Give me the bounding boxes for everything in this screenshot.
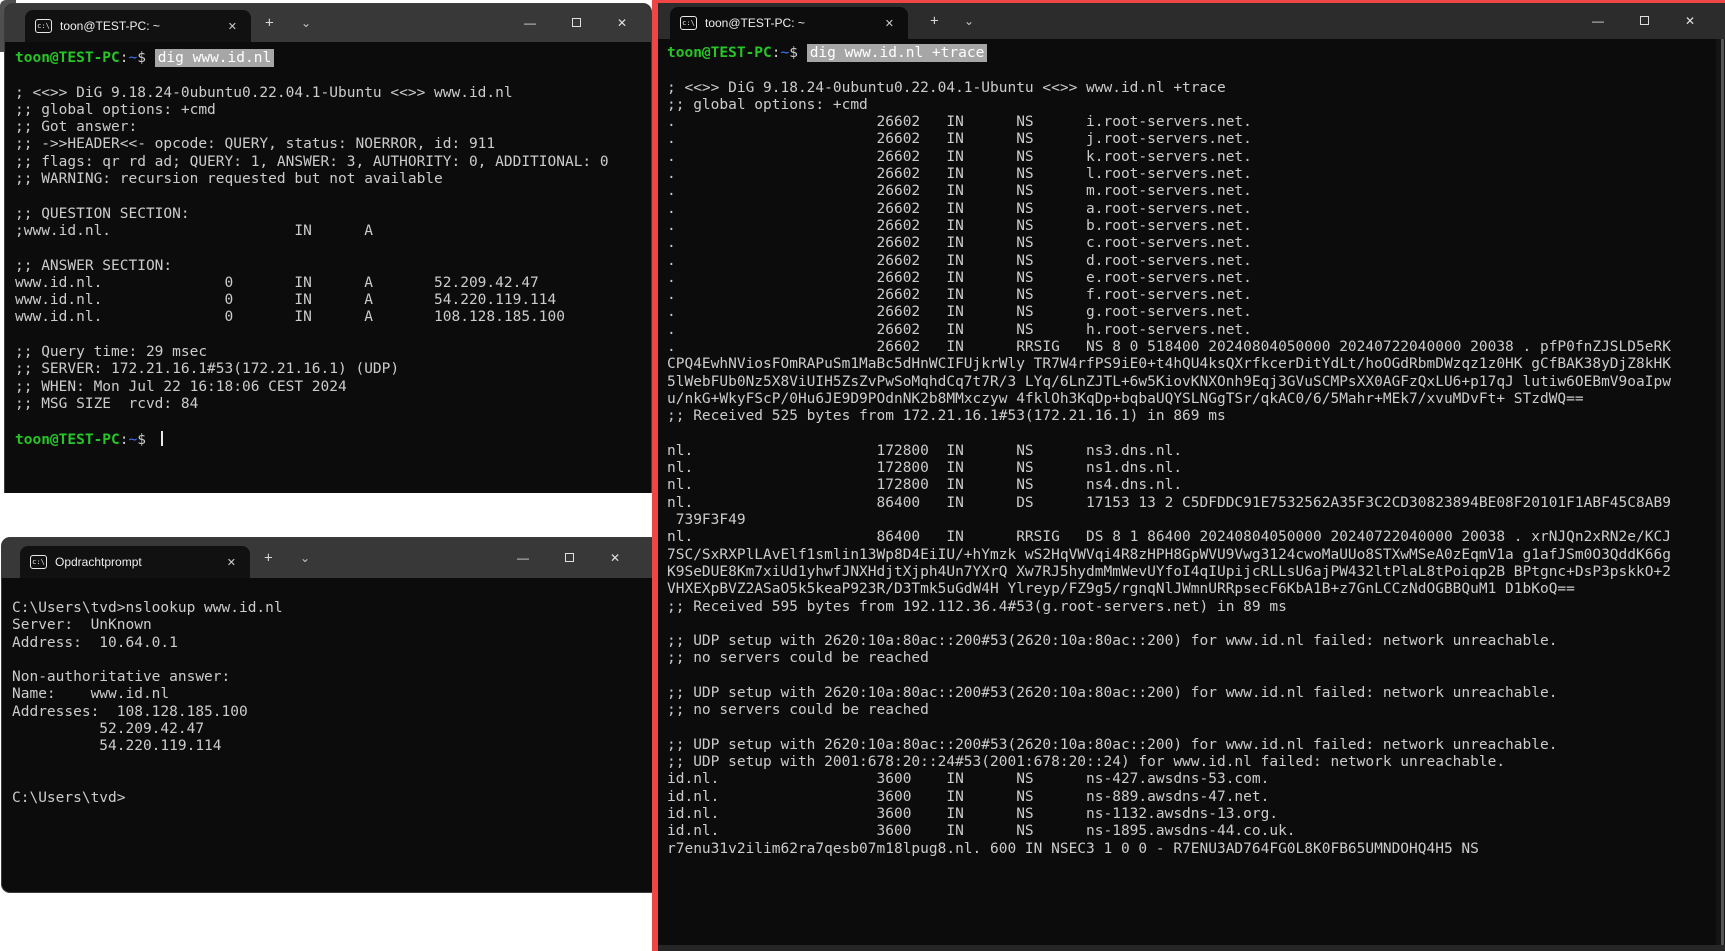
prompt-dollar: $ [137, 50, 155, 66]
cmd-icon: c:\ [30, 555, 47, 569]
selected-command: dig www.id.nl +trace [806, 44, 988, 62]
titlebar[interactable]: c:\ toon@TEST-PC: ~ ✕ + ⌄ — ✕ [5, 4, 651, 42]
tab-wsl-trace[interactable]: c:\ toon@TEST-PC: ~ ✕ [670, 7, 908, 39]
prompt-cwd: ~ [780, 45, 790, 61]
prompt-cwd: ~ [128, 50, 138, 66]
dig-trace-output-text: ; <<>> DiG 9.18.24-0ubuntu0.22.04.1-Ubun… [667, 79, 1671, 857]
close-button[interactable]: ✕ [599, 16, 645, 30]
maximize-button[interactable] [553, 16, 599, 30]
titlebar[interactable]: c:\ Opdrachtprompt ✕ + ⌄ — ✕ [2, 538, 652, 578]
close-button[interactable]: ✕ [1667, 14, 1713, 28]
prompt-user-host: toon@TEST-PC [15, 50, 120, 66]
tab-title: toon@TEST-PC: ~ [60, 19, 160, 33]
tab-dropdown-icon[interactable]: ⌄ [964, 14, 974, 28]
prompt-cwd: ~ [128, 431, 138, 448]
nslookup-output-text: C:\Users\tvd>nslookup www.id.nl Server: … [12, 600, 283, 807]
tab-close-icon[interactable]: ✕ [223, 556, 240, 569]
maximize-button[interactable] [1621, 14, 1667, 28]
selected-command: dig www.id.nl [154, 49, 275, 67]
new-tab-button[interactable]: + [264, 550, 273, 567]
scrollbar[interactable] [1716, 39, 1725, 945]
titlebar[interactable]: c:\ toon@TEST-PC: ~ ✕ + ⌄ — ✕ [658, 3, 1725, 39]
tab-close-icon[interactable]: ✕ [881, 17, 898, 30]
prompt-dollar: $ [789, 45, 807, 61]
terminal-output-nslookup[interactable]: C:\Users\tvd>nslookup www.id.nl Server: … [12, 600, 283, 808]
tab-wsl-dig[interactable]: c:\ toon@TEST-PC: ~ ✕ [25, 10, 251, 42]
tab-dropdown-icon[interactable]: ⌄ [301, 16, 311, 30]
terminal-window-nslookup: c:\ Opdrachtprompt ✕ + ⌄ — ✕ C:\Users\tv… [1, 537, 652, 893]
terminal-output-dig[interactable]: toon@TEST-PC:~$ dig www.id.nl ; <<>> DiG… [15, 49, 609, 449]
terminal-window-dig-trace: c:\ toon@TEST-PC: ~ ✕ + ⌄ — ✕ toon@TEST-… [652, 0, 1725, 951]
text-cursor [160, 430, 163, 446]
terminal-output-dig-trace[interactable]: toon@TEST-PC:~$ dig www.id.nl +trace ; <… [667, 44, 1671, 858]
cmd-icon: c:\ [680, 16, 697, 30]
tab-dropdown-icon[interactable]: ⌄ [300, 551, 310, 565]
new-tab-button[interactable]: + [265, 15, 274, 32]
tab-title: Opdrachtprompt [55, 555, 142, 569]
maximize-icon [564, 553, 574, 562]
dig-output-text: ; <<>> DiG 9.18.24-0ubuntu0.22.04.1-Ubun… [15, 84, 609, 412]
maximize-icon [571, 18, 581, 27]
prompt-user-host: toon@TEST-PC [15, 431, 120, 448]
prompt-colon: : [771, 45, 781, 61]
window-bottom-edge [658, 945, 1725, 951]
cmd-icon: c:\ [35, 19, 52, 33]
tab-opdrachtprompt[interactable]: c:\ Opdrachtprompt ✕ [20, 546, 250, 578]
minimize-button[interactable]: — [507, 16, 553, 30]
close-button[interactable]: ✕ [592, 551, 638, 565]
terminal-window-dig: c:\ toon@TEST-PC: ~ ✕ + ⌄ — ✕ toon@TEST-… [4, 3, 652, 493]
new-tab-button[interactable]: + [930, 13, 939, 30]
scrollbar-thumb[interactable] [1721, 39, 1724, 945]
maximize-button[interactable] [546, 551, 592, 565]
prompt-colon: : [119, 431, 129, 448]
prompt-user-host: toon@TEST-PC [667, 45, 772, 61]
maximize-icon [1639, 16, 1649, 25]
tab-close-icon[interactable]: ✕ [224, 20, 241, 33]
minimize-button[interactable]: — [500, 551, 546, 565]
minimize-button[interactable]: — [1575, 14, 1621, 28]
desktop: c:\ toon@TEST-PC: ~ ✕ + ⌄ — ✕ toon@TEST-… [0, 0, 1725, 951]
prompt-colon: : [119, 50, 129, 66]
tab-title: toon@TEST-PC: ~ [705, 16, 805, 30]
prompt-dollar: $ [137, 431, 155, 448]
